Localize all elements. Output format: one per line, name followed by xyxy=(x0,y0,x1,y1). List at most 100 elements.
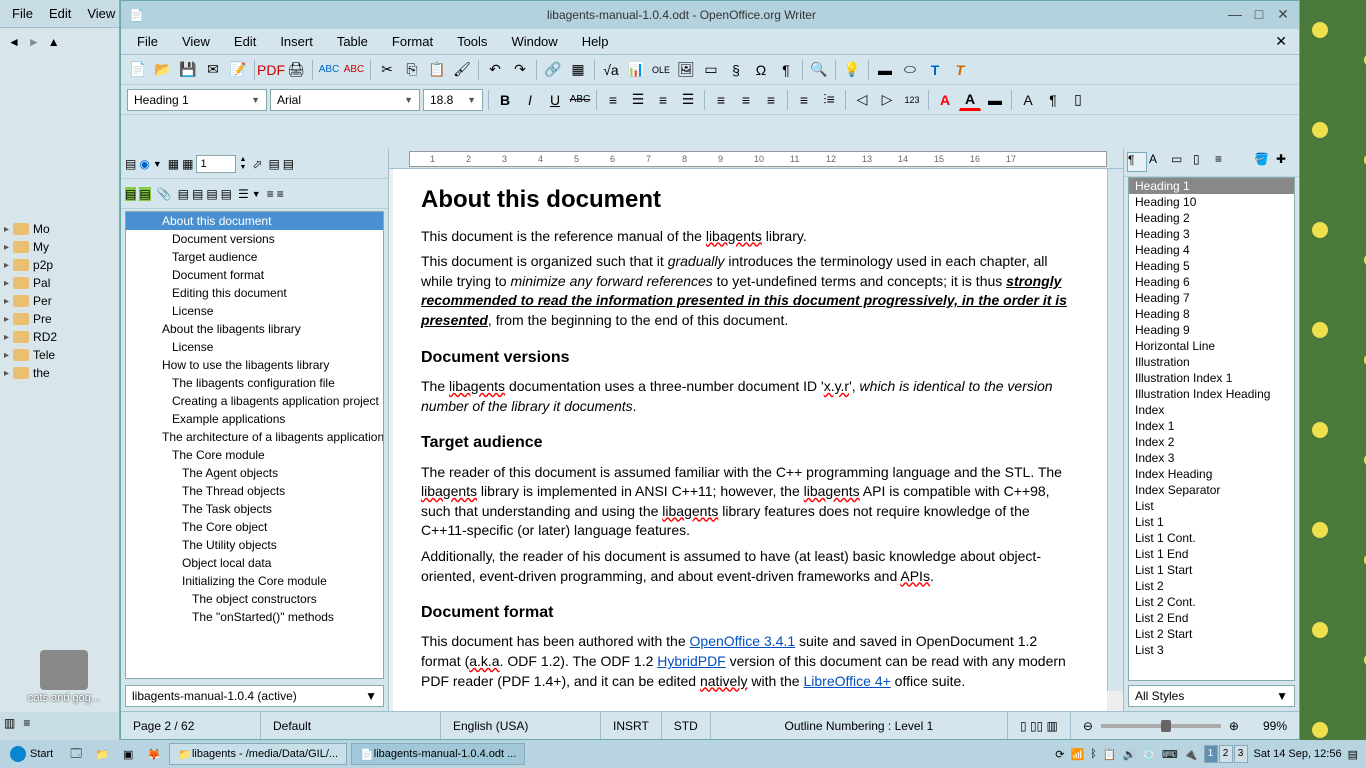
nav-tree-item[interactable]: Document format xyxy=(126,266,383,284)
font-color-icon[interactable]: A xyxy=(934,89,956,111)
strikethrough-icon[interactable]: ABC xyxy=(569,89,591,111)
chart-icon[interactable]: 📊 xyxy=(625,59,647,81)
fm-folder[interactable]: ▸Per xyxy=(0,292,119,310)
page-dialog-icon[interactable]: ▯ xyxy=(1067,89,1089,111)
edit-file-icon[interactable]: 📝 xyxy=(227,59,249,81)
tray-menu-icon[interactable]: ▤ xyxy=(1348,748,1358,761)
underline-icon[interactable]: U xyxy=(544,89,566,111)
align-left-icon[interactable]: ≡ xyxy=(602,89,624,111)
doc-close-button[interactable]: ✕ xyxy=(1269,31,1293,52)
zoom-icon[interactable]: 🔍 xyxy=(808,59,830,81)
style-item[interactable]: List 1 xyxy=(1129,514,1294,530)
font-size-combo[interactable]: 18.8▼ xyxy=(423,89,483,111)
nav-page-input[interactable] xyxy=(196,155,236,173)
style-item[interactable]: List 2 End xyxy=(1129,610,1294,626)
fm-menu-edit[interactable]: Edit xyxy=(49,6,71,21)
nav-next-icon[interactable]: ▦ xyxy=(182,157,193,171)
undo-icon[interactable]: ↶ xyxy=(484,59,506,81)
cut-icon[interactable]: ✂ xyxy=(376,59,398,81)
nav-tree-item[interactable]: The Core module xyxy=(126,446,383,464)
nav-tree-item[interactable]: Creating a libagents application project xyxy=(126,392,383,410)
redo-icon[interactable]: ↷ xyxy=(509,59,531,81)
line-spacing-1-icon[interactable]: ≡ xyxy=(710,89,732,111)
style-item[interactable]: Horizontal Line xyxy=(1129,338,1294,354)
taskbar-task-1[interactable]: 📁 libagents - /media/Data/GIL/... xyxy=(169,743,347,765)
table-icon[interactable]: ▦ xyxy=(567,59,589,81)
styles-list[interactable]: Heading 1Heading 10Heading 2Heading 3Hea… xyxy=(1128,177,1295,681)
status-language[interactable]: English (USA) xyxy=(441,712,601,739)
zoom-percent[interactable]: 99% xyxy=(1251,712,1299,739)
formula-icon[interactable]: √a xyxy=(600,59,622,81)
nav-tree-item[interactable]: Target audience xyxy=(126,248,383,266)
style-item[interactable]: Index 2 xyxy=(1129,434,1294,450)
style-item[interactable]: Heading 2 xyxy=(1129,210,1294,226)
tray-volume-icon[interactable]: 🔊 xyxy=(1123,748,1137,761)
view-layout-icons[interactable]: ▯ ▯▯ ▥ xyxy=(1008,712,1071,739)
navigator-tree[interactable]: About this documentDocument versionsTarg… xyxy=(125,211,384,679)
nav-tree-item[interactable]: How to use the libagents library xyxy=(126,356,383,374)
style-item[interactable]: Illustration Index Heading xyxy=(1129,386,1294,402)
nonprinting-icon[interactable]: ¶ xyxy=(775,59,797,81)
italic-icon[interactable]: I xyxy=(519,89,541,111)
horizontal-ruler[interactable]: 1234567891011121314151617 xyxy=(389,149,1123,169)
ole-icon[interactable]: OLE xyxy=(650,59,672,81)
style-item[interactable]: Index Separator xyxy=(1129,482,1294,498)
menu-tools[interactable]: Tools xyxy=(447,30,497,53)
style-item[interactable]: Index Heading xyxy=(1129,466,1294,482)
nav-tree-item[interactable]: The Task objects xyxy=(126,500,383,518)
menu-insert[interactable]: Insert xyxy=(270,30,323,53)
fontwork-icon[interactable]: T xyxy=(949,59,971,81)
style-item[interactable]: List 1 End xyxy=(1129,546,1294,562)
fm-folder[interactable]: ▸Pal xyxy=(0,274,119,292)
nav-move-down-icon[interactable]: ≡ xyxy=(277,187,284,201)
document-page[interactable]: About this document This document is the… xyxy=(393,169,1107,711)
nav-tree-item[interactable]: License xyxy=(126,338,383,356)
style-item[interactable]: List 2 Start xyxy=(1129,626,1294,642)
fm-folder[interactable]: ▸RD2 xyxy=(0,328,119,346)
style-item[interactable]: Heading 8 xyxy=(1129,306,1294,322)
image-icon[interactable]: 🖼 xyxy=(675,59,697,81)
increase-indent-icon[interactable]: ▷ xyxy=(876,89,898,111)
nav-demote-chapter-icon[interactable]: ▤ xyxy=(192,187,203,201)
style-item[interactable]: Index 3 xyxy=(1129,450,1294,466)
copy-icon[interactable]: ⎘ xyxy=(401,59,423,81)
style-item[interactable]: Heading 10 xyxy=(1129,194,1294,210)
terminal-icon[interactable]: ▣ xyxy=(117,743,139,765)
align-center-icon[interactable]: ☰ xyxy=(627,89,649,111)
style-item[interactable]: Heading 7 xyxy=(1129,290,1294,306)
style-item[interactable]: Heading 4 xyxy=(1129,242,1294,258)
maximize-button[interactable]: □ xyxy=(1251,7,1267,23)
taskbar-task-2[interactable]: 📄 libagents-manual-1.0.4.odt ... xyxy=(351,743,525,765)
nav-tree-item[interactable]: The libagents configuration file xyxy=(126,374,383,392)
back-icon[interactable]: ◄ xyxy=(8,35,20,49)
fill-format-icon[interactable]: 🪣 xyxy=(1254,152,1274,172)
number-format-icon[interactable]: 123 xyxy=(901,89,923,111)
nav-tree-item[interactable]: Example applications xyxy=(126,410,383,428)
tray-wifi-icon[interactable]: 📶 xyxy=(1071,748,1085,761)
ellipse-icon[interactable]: ⬭ xyxy=(899,59,921,81)
style-item[interactable]: List xyxy=(1129,498,1294,514)
nav-tree-item[interactable]: The Utility objects xyxy=(126,536,383,554)
nav-tree-item[interactable]: The "onStarted()" methods xyxy=(126,608,383,626)
paste-icon[interactable]: 📋 xyxy=(426,59,448,81)
browser-icon[interactable]: 🦊 xyxy=(143,743,165,765)
bold-icon[interactable]: B xyxy=(494,89,516,111)
vertical-scrollbar[interactable] xyxy=(1107,169,1123,691)
tray-update-icon[interactable]: ⟳ xyxy=(1055,748,1064,761)
style-item[interactable]: Illustration Index 1 xyxy=(1129,370,1294,386)
character-dialog-icon[interactable]: A xyxy=(1017,89,1039,111)
style-item[interactable]: Index 1 xyxy=(1129,418,1294,434)
navigator-doc-combo[interactable]: libagents-manual-1.0.4 (active)▼ xyxy=(125,685,384,707)
style-item[interactable]: Heading 3 xyxy=(1129,226,1294,242)
fm-tool-2[interactable]: ≡ xyxy=(23,716,30,736)
nav-tree-item[interactable]: Initializing the Core module xyxy=(126,572,383,590)
nav-reminder-icon[interactable]: ▤ xyxy=(139,187,150,201)
hyperlink-icon[interactable]: 🔗 xyxy=(542,59,564,81)
text-icon[interactable]: T xyxy=(924,59,946,81)
style-item[interactable]: List 1 Start xyxy=(1129,562,1294,578)
paragraph-style-combo[interactable]: Heading 1▼ xyxy=(127,89,267,111)
up-icon[interactable]: ▲ xyxy=(48,35,60,49)
status-page-style[interactable]: Default xyxy=(261,712,441,739)
nav-footer-icon[interactable]: ▤ xyxy=(283,157,294,171)
decrease-indent-icon[interactable]: ◁ xyxy=(851,89,873,111)
